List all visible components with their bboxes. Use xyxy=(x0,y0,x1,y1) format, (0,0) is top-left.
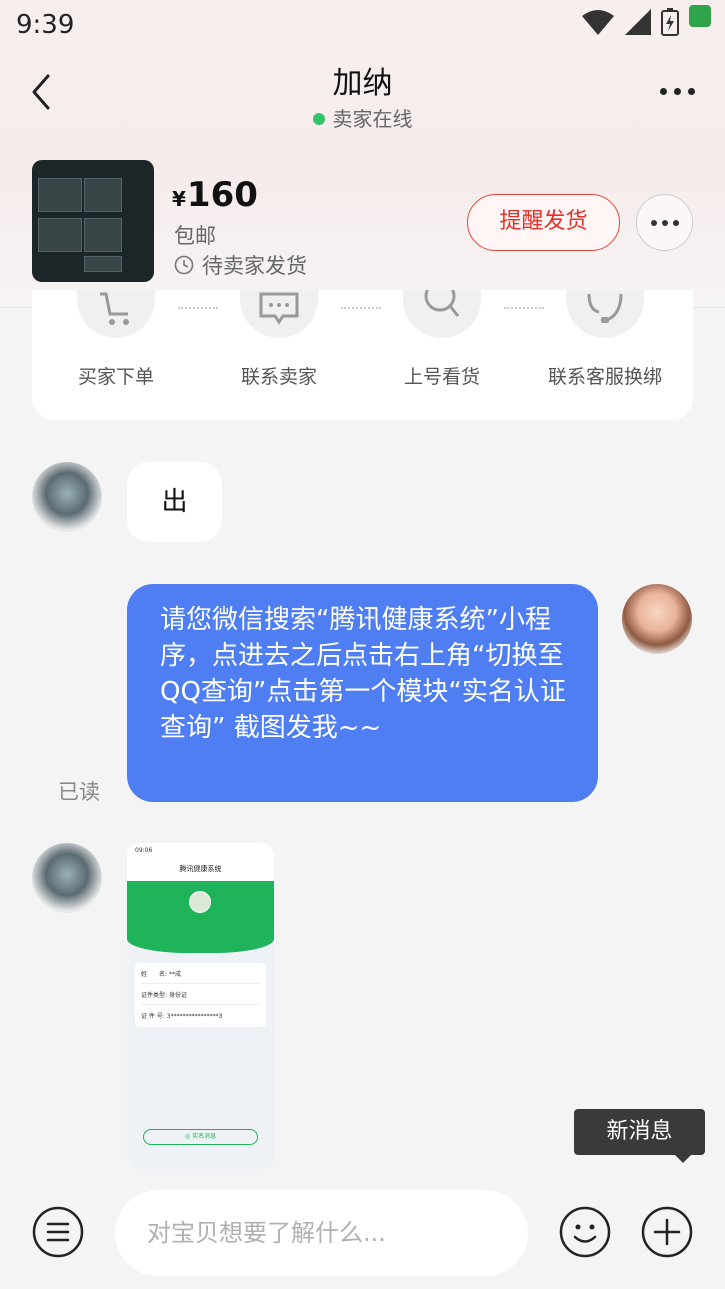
screenshot-time: 09:06 xyxy=(135,847,153,854)
screenshot-avatar xyxy=(189,891,211,913)
remind-ship-button[interactable]: 提醒发货 xyxy=(467,194,620,251)
menu-icon[interactable] xyxy=(32,1206,84,1258)
action-label: 联系客服换绑 xyxy=(547,366,662,388)
plus-icon[interactable] xyxy=(641,1206,693,1258)
screenshot-row: 姓 名: **成 xyxy=(141,971,181,978)
divider xyxy=(341,307,381,309)
buyer-avatar[interactable] xyxy=(32,462,102,532)
cart-icon xyxy=(77,290,155,338)
wifi-icon xyxy=(582,10,614,35)
currency-symbol: ¥ xyxy=(172,187,186,211)
seller-online-status: 卖家在线 xyxy=(0,103,725,132)
divider xyxy=(178,307,218,309)
online-dot-icon xyxy=(312,113,325,125)
seller-avatar[interactable] xyxy=(622,584,692,654)
action-label: 上号看货 xyxy=(403,366,480,388)
screenshot-title: 腾讯健康系统 xyxy=(179,865,222,873)
product-thumbnail[interactable] xyxy=(32,160,154,282)
buyer-message-bubble[interactable]: 出 xyxy=(127,462,222,542)
status-bar: 9:39 xyxy=(0,0,725,48)
screenshot-header: 09:06 腾讯健康系统 xyxy=(127,843,274,883)
screenshot-image-message[interactable]: 09:06 腾讯健康系统 姓 名: **成 证件类型: 身份证 证 件 号: 3… xyxy=(127,843,274,1169)
screenshot-row: 证件类型: 身份证 xyxy=(141,992,187,999)
action-label: 联系卖家 xyxy=(240,366,317,388)
message-input[interactable] xyxy=(115,1190,528,1276)
shipping-info: 包邮 xyxy=(174,224,216,248)
price-value: 160 xyxy=(186,175,258,215)
search-icon xyxy=(403,290,481,338)
product-more-button[interactable] xyxy=(636,194,693,251)
more-options-icon[interactable] xyxy=(660,88,695,95)
order-status: 待卖家发货 xyxy=(174,250,307,280)
quick-actions-card: 买家下单 联系卖家 上号看货 联系客服换绑 xyxy=(32,290,693,420)
emoji-icon[interactable] xyxy=(559,1206,611,1258)
seller-status-text: 卖家在线 xyxy=(332,107,413,131)
battery-icon xyxy=(661,8,679,36)
buyer-avatar[interactable] xyxy=(32,843,102,913)
status-time: 9:39 xyxy=(16,10,75,40)
product-price: ¥160 xyxy=(172,175,258,215)
chat-title: 加纳 xyxy=(332,66,393,101)
headset-icon xyxy=(566,290,644,338)
order-status-text: 待卖家发货 xyxy=(202,254,307,278)
new-message-tooltip[interactable]: 新消息 xyxy=(574,1109,705,1163)
screenshot-row: 证 件 号: 3****************3 xyxy=(141,1013,223,1020)
clock-icon xyxy=(174,255,194,275)
screenshot-button: ◎ 实名消息 xyxy=(143,1129,258,1145)
status-icons xyxy=(581,5,711,36)
screenshot-info-card: 姓 名: **成 证件类型: 身份证 证 件 号: 3*************… xyxy=(135,963,266,1027)
signal-icon xyxy=(625,9,651,35)
chat-icon xyxy=(240,290,318,338)
leaf-app-icon xyxy=(689,5,711,27)
action-label: 买家下单 xyxy=(77,366,154,388)
read-status: 已读 xyxy=(58,780,100,804)
divider xyxy=(504,307,544,309)
seller-message-bubble[interactable]: 请您微信搜索“腾讯健康系统”小程序，点进去之后点击右上角“切换至QQ查询”点击第… xyxy=(127,584,598,802)
